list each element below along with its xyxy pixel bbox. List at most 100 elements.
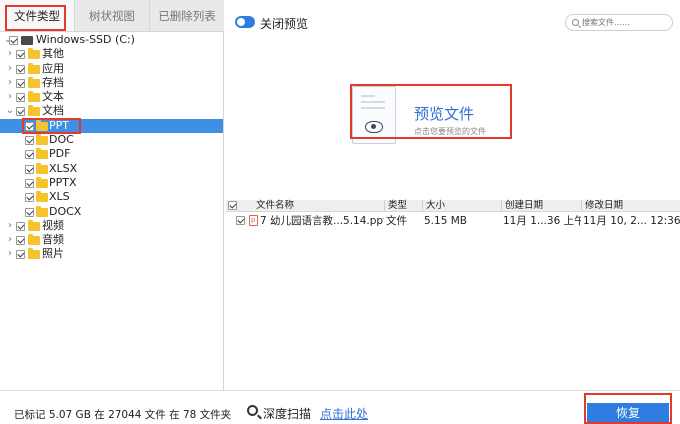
tab-bar: 文件类型 树状视图 已删除列表 — [0, 0, 224, 32]
tree-node-label: 其他 — [42, 47, 64, 61]
deep-scan-label[interactable]: 深度扫描 — [263, 405, 311, 422]
tree-node-folder-documents[interactable]: ⌄ 文档 — [0, 104, 223, 118]
eye-icon — [365, 121, 383, 133]
folder-icon — [28, 105, 40, 117]
tree-node-label: PPTX — [49, 175, 77, 189]
column-header-type[interactable]: 类型 — [384, 200, 422, 212]
preview-toggle-switch[interactable] — [235, 16, 255, 28]
table-header: 文件名称 类型 大小 创建日期 修改日期 — [226, 200, 680, 212]
checkbox[interactable] — [25, 164, 34, 174]
checkbox[interactable] — [9, 36, 18, 45]
folder-icon — [28, 234, 40, 246]
tab-file-type[interactable]: 文件类型 — [0, 0, 75, 31]
table-row[interactable]: 7 幼儿园语言教...5.14.ppt 文件 5.15 MB 11月 1...3… — [226, 213, 680, 228]
search-icon — [572, 19, 579, 26]
search-icon[interactable] — [247, 405, 258, 416]
search-box[interactable] — [565, 14, 673, 31]
tree-node-folder[interactable]: › 音频 — [0, 233, 223, 247]
recover-button[interactable]: 恢复 — [587, 403, 669, 424]
tree-node-subfolder[interactable]: XLS — [0, 190, 223, 204]
checkbox[interactable] — [16, 78, 25, 88]
cell-size: 5.15 MB — [424, 215, 467, 227]
tree-node-label: DOCX — [49, 204, 82, 218]
checkbox[interactable] — [16, 107, 25, 117]
checkbox[interactable] — [16, 50, 25, 60]
tree-node-folder[interactable]: › 文本 — [0, 90, 223, 104]
folder-icon — [36, 191, 48, 203]
tree-node-folder[interactable]: › 其他 — [0, 47, 223, 61]
checkbox[interactable] — [25, 150, 34, 160]
tree-node-label: Windows-SSD (C:) — [36, 33, 135, 46]
checkbox[interactable] — [25, 178, 34, 188]
checkbox[interactable] — [25, 193, 34, 203]
folder-icon — [28, 76, 40, 88]
folder-icon — [36, 148, 48, 160]
tree-node-folder[interactable]: › 应用 — [0, 62, 223, 76]
column-header-name[interactable]: 文件名称 — [253, 200, 381, 212]
left-pane: 文件类型 树状视图 已删除列表 ⌄ Windows-SSD (C:) › 其他 … — [0, 0, 224, 390]
checkbox[interactable] — [25, 121, 34, 131]
tree-node-folder[interactable]: › 存档 — [0, 76, 223, 90]
tree-node-label: 文档 — [42, 104, 64, 118]
checkbox[interactable] — [16, 250, 25, 260]
checkbox[interactable] — [25, 207, 34, 217]
tree-node-folder[interactable]: › 视频 — [0, 219, 223, 233]
tree-node-subfolder[interactable]: PDF — [0, 147, 223, 161]
checkbox[interactable] — [16, 93, 25, 103]
tree-node-label: 视频 — [42, 218, 64, 232]
tree-node-label: XLS — [49, 190, 70, 204]
select-all-checkbox[interactable] — [228, 201, 237, 210]
file-type-tree: ⌄ Windows-SSD (C:) › 其他 › 应用 › 存档 › 文本 ⌄… — [0, 33, 223, 262]
click-here-link[interactable]: 点击此处 — [320, 405, 368, 422]
chevron-right-icon[interactable]: › — [5, 247, 15, 261]
tree-node-label: 照片 — [42, 247, 64, 261]
tree-node-ppt-selected[interactable]: PPT — [0, 118, 223, 134]
checkbox[interactable] — [16, 64, 25, 74]
chevron-right-icon[interactable]: › — [5, 90, 15, 104]
tree-node-label: 文本 — [42, 90, 64, 104]
tab-deleted-list[interactable]: 已删除列表 — [150, 0, 224, 31]
tree-node-drive[interactable]: ⌄ Windows-SSD (C:) — [0, 33, 223, 47]
status-text: 已标记 5.07 GB 在 27044 文件 在 78 文件夹 — [14, 409, 232, 421]
tree-node-label: 应用 — [42, 61, 64, 75]
row-checkbox[interactable] — [236, 216, 245, 225]
tree-node-subfolder[interactable]: DOCX — [0, 205, 223, 219]
preview-subtitle: 点击您要预览的文件 — [414, 127, 486, 136]
chevron-right-icon[interactable]: › — [5, 62, 15, 76]
folder-icon — [28, 248, 40, 260]
text-line-decoration — [361, 107, 385, 109]
chevron-right-icon[interactable]: › — [5, 219, 15, 233]
cell-type: 文件 — [386, 215, 407, 227]
column-header-created[interactable]: 创建日期 — [501, 200, 581, 212]
text-line-decoration — [361, 101, 385, 103]
folder-icon — [36, 176, 48, 188]
folder-icon — [36, 134, 48, 146]
chevron-right-icon[interactable]: › — [5, 47, 15, 61]
column-header-modified[interactable]: 修改日期 — [581, 200, 680, 212]
status-bar: 已标记 5.07 GB 在 27044 文件 在 78 文件夹 深度扫描 点击此… — [0, 390, 680, 424]
chevron-right-icon[interactable]: › — [5, 76, 15, 90]
cell-created: 11月 1...36 上午 — [503, 215, 581, 227]
tree-node-subfolder[interactable]: XLSX — [0, 162, 223, 176]
tree-node-folder[interactable]: › 照片 — [0, 247, 223, 261]
tree-node-subfolder[interactable]: PPTX — [0, 176, 223, 190]
checkbox[interactable] — [16, 236, 25, 246]
tree-node-label: DOC — [49, 133, 74, 147]
folder-icon — [36, 162, 48, 174]
checkbox[interactable] — [16, 221, 25, 231]
search-input[interactable] — [582, 16, 670, 29]
folder-icon — [36, 119, 48, 131]
tree-node-subfolder[interactable]: DOC — [0, 133, 223, 147]
column-header-size[interactable]: 大小 — [422, 200, 501, 212]
folder-icon — [36, 205, 48, 217]
cell-name: 7 幼儿园语言教...5.14.ppt — [260, 215, 384, 227]
chevron-right-icon[interactable]: › — [5, 233, 15, 247]
folder-icon — [28, 62, 40, 74]
file-table: 文件名称 类型 大小 创建日期 修改日期 7 幼儿园语言教...5.14.ppt… — [226, 200, 680, 228]
tree-node-label: XLSX — [49, 161, 78, 175]
tab-tree-view[interactable]: 树状视图 — [75, 0, 150, 31]
tree-node-label: 音频 — [42, 233, 64, 247]
folder-icon — [28, 91, 40, 103]
checkbox[interactable] — [25, 136, 34, 146]
chevron-down-icon[interactable]: ⌄ — [5, 104, 15, 118]
